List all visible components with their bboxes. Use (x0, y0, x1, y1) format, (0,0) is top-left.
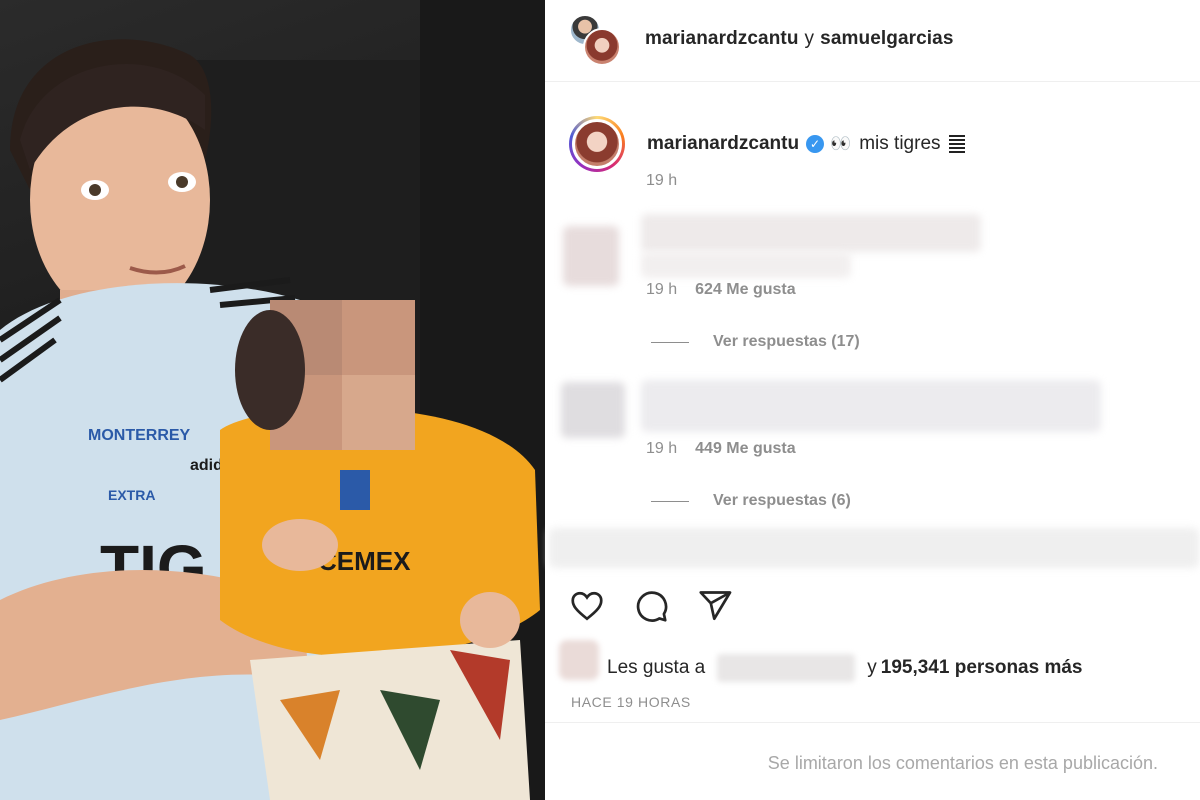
comment-likes[interactable]: 449 Me gusta (695, 440, 795, 457)
comment-bubble-icon[interactable] (633, 588, 669, 624)
comments-limited-notice: Se limitaron los comentarios en esta pub… (767, 753, 1158, 773)
collab-usernames: marianardzcantu y samuelgarcias (645, 28, 953, 50)
striped-flag-icon (948, 134, 965, 154)
replies-divider (651, 341, 689, 343)
comments-limited-bar: Se limitaron los comentarios en esta pub… (545, 722, 1200, 800)
eyes-emoji: 👀 (830, 134, 852, 153)
heart-icon[interactable] (569, 588, 605, 624)
story-ring-avatar[interactable] (569, 116, 625, 172)
likes-connector: y (867, 657, 877, 678)
comment-meta: 19 h 624 Me gusta (646, 281, 796, 299)
avatar-marianardzcantu[interactable] (583, 28, 621, 66)
comment-text-blurred (641, 252, 851, 278)
comment-avatar-blurred[interactable] (561, 382, 625, 438)
action-bar (569, 588, 733, 624)
photo-illustration: MONTERREY EXTRA adidas TIG CEMEX (0, 0, 545, 800)
post-photo: MONTERREY EXTRA adidas TIG CEMEX (0, 0, 545, 800)
comment-text-blurred (641, 380, 1101, 432)
header-username-1[interactable]: marianardzcantu (645, 28, 799, 49)
header-connector: y (804, 28, 815, 49)
paper-plane-icon[interactable] (697, 588, 733, 624)
caption-text: marianardzcantu ✓ 👀 mis tigres (647, 133, 965, 155)
likes-prefix: Les gusta a (607, 657, 706, 678)
comment-time: 19 h (646, 281, 678, 298)
post-detail-panel: marianardzcantu y samuelgarcias marianardz… (545, 0, 1200, 800)
caption-message: mis tigres (859, 133, 941, 154)
comment-likes[interactable]: 624 Me gusta (695, 281, 795, 298)
likes-summary[interactable]: Les gusta a y 195,341 personas más (607, 654, 1083, 682)
caption-timestamp: 19 h (646, 172, 678, 189)
avatar (572, 119, 622, 169)
view-replies-button[interactable]: Ver respuestas (6) (651, 492, 851, 510)
svg-text:EXTRA: EXTRA (108, 487, 155, 503)
likes-count[interactable]: 195,341 personas más (881, 657, 1083, 679)
comment-meta: 19 h 449 Me gusta (646, 440, 796, 458)
view-replies-label: Ver respuestas (17) (713, 333, 860, 350)
header-username-2[interactable]: samuelgarcias (820, 28, 953, 49)
replies-divider (651, 500, 689, 502)
verified-badge-icon: ✓ (806, 135, 825, 153)
caption-username[interactable]: marianardzcantu (647, 133, 799, 155)
comment-avatar-blurred[interactable] (563, 226, 619, 286)
comment-time: 19 h (646, 440, 678, 457)
view-replies-label: Ver respuestas (6) (713, 492, 851, 509)
caption: marianardzcantu ✓ 👀 mis tigres (569, 116, 965, 172)
liker-name-blurred[interactable] (717, 654, 856, 682)
comment-text-blurred (549, 528, 1199, 568)
view-replies-button[interactable]: Ver respuestas (17) (651, 333, 860, 351)
collab-avatars[interactable] (569, 14, 621, 66)
post-header: marianardzcantu y samuelgarcias (545, 0, 1200, 82)
liker-avatar-blurred[interactable] (559, 640, 599, 680)
post-age: HACE 19 HORAS (571, 694, 691, 710)
svg-text:MONTERREY: MONTERREY (88, 427, 191, 444)
comment-text-blurred (641, 214, 981, 252)
